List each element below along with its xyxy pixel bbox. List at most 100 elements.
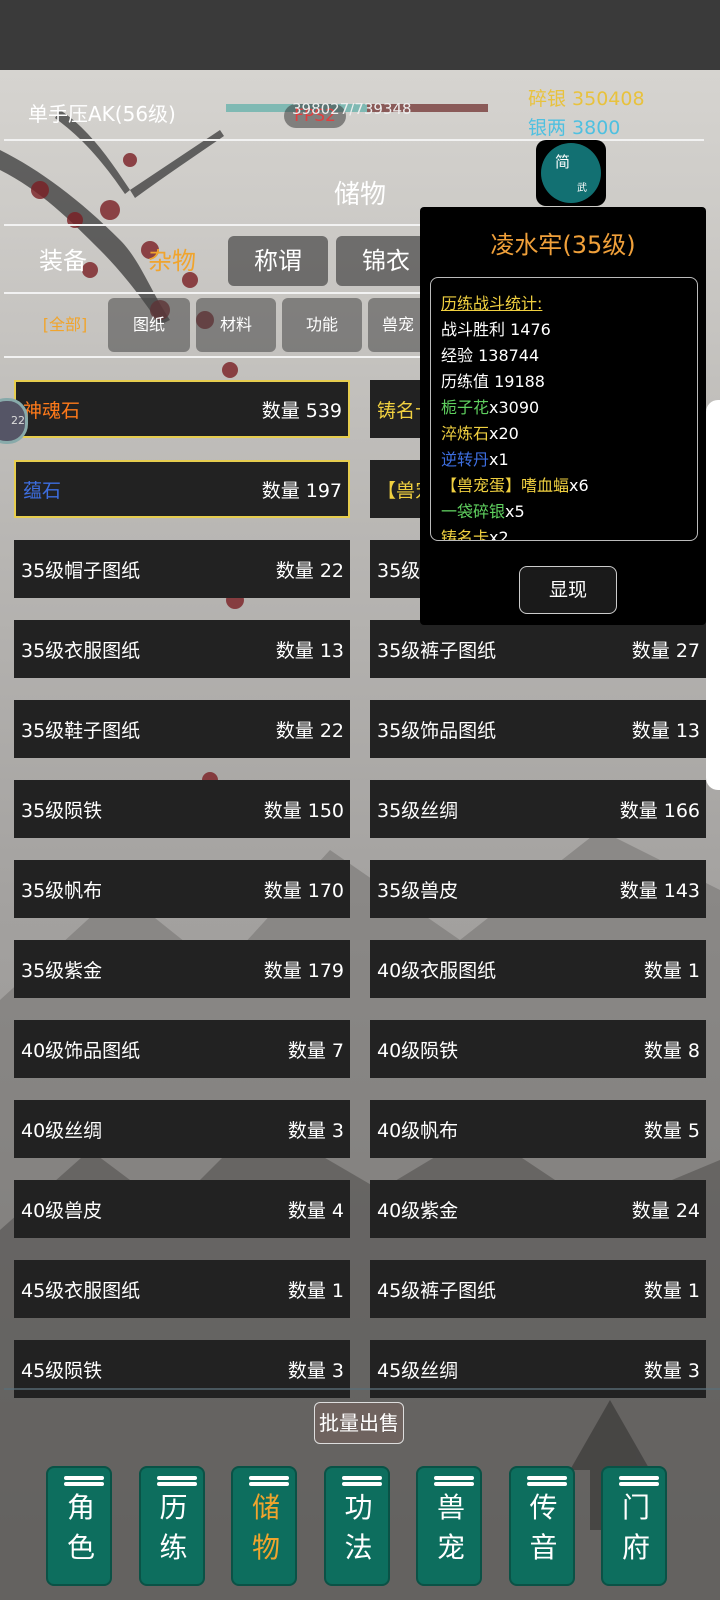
item-slot[interactable]: 40级丝绸 数量 3 <box>14 1100 350 1158</box>
item-count: 数量 3 <box>287 1119 344 1142</box>
popup-stat-line: 铸名卡x2 <box>441 524 509 541</box>
popup-stat-part: x5 <box>505 502 525 521</box>
divider <box>4 356 424 358</box>
item-slot[interactable]: 蕴石 数量 197 <box>14 460 350 518</box>
item-count: 数量 166 <box>619 799 700 822</box>
wave-decoration-icon <box>434 1476 474 1480</box>
tab-equipment[interactable]: 装备 <box>20 236 106 286</box>
item-name: 神魂石 <box>23 399 81 422</box>
popup-stat-line: 【兽宠蛋】嗜血蝠x6 <box>441 472 589 496</box>
item-name: 35级帆布 <box>21 879 103 902</box>
item-name: 35级裤子图纸 <box>377 639 497 662</box>
item-slot[interactable]: 35级兽皮 数量 143 <box>370 860 706 918</box>
edge-handle[interactable] <box>706 400 720 790</box>
item-slot[interactable]: 40级紫金 数量 24 <box>370 1180 706 1238</box>
item-slot[interactable]: 35级陨铁 数量 150 <box>14 780 350 838</box>
side-badge[interactable]: 22 <box>0 398 28 444</box>
nav-label-bottom: 色 <box>66 1531 95 1564</box>
item-count: 数量 1 <box>643 959 700 982</box>
popup-stat-part: x1 <box>489 450 509 469</box>
item-count: 数量 143 <box>619 879 700 902</box>
item-name: 40级陨铁 <box>377 1039 459 1062</box>
item-slot[interactable]: 40级陨铁 数量 8 <box>370 1020 706 1078</box>
item-count: 数量 1 <box>643 1279 700 1302</box>
wave-decoration-icon <box>64 1476 104 1480</box>
avatar-char-top: 简 <box>555 153 571 171</box>
item-name: 35级陨铁 <box>21 799 103 822</box>
item-name: 40级紫金 <box>377 1199 459 1222</box>
item-count: 数量 3 <box>643 1359 700 1382</box>
batch-sell-button[interactable]: 批量出售 <box>314 1402 404 1444</box>
battle-stats-popup: 凌水牢(35级) 历练战斗统计: 战斗胜利 1476 经验 138744 历练值 19… <box>420 207 706 625</box>
tab-misc[interactable]: 杂物 <box>124 236 220 286</box>
item-slot[interactable]: 40级兽皮 数量 4 <box>14 1180 350 1238</box>
popup-stat-line: 战斗胜利 1476 <box>441 320 551 339</box>
item-name: 40级衣服图纸 <box>377 959 497 982</box>
item-slot[interactable]: 40级饰品图纸 数量 7 <box>14 1020 350 1078</box>
item-count: 数量 197 <box>261 479 342 502</box>
nav-label-top: 传 <box>529 1491 558 1524</box>
item-count: 数量 539 <box>261 399 342 422</box>
item-count: 数量 13 <box>631 719 700 742</box>
item-slot[interactable]: 35级衣服图纸 数量 13 <box>14 620 350 678</box>
item-name: 35级鞋子图纸 <box>21 719 141 742</box>
nav-button-role[interactable]: 角色 <box>46 1466 112 1586</box>
subtab-blueprints[interactable]: 图纸 <box>108 298 190 352</box>
subtab-all[interactable]: [全部] <box>20 298 110 352</box>
item-count: 数量 22 <box>275 719 344 742</box>
popup-stat-line: 逆转丹x1 <box>441 446 509 470</box>
nav-label-top: 角 <box>66 1491 95 1524</box>
nav-button-skills[interactable]: 功法 <box>323 1466 390 1586</box>
item-slot[interactable]: 35级紫金 数量 179 <box>14 940 350 998</box>
item-name: 45级衣服图纸 <box>21 1279 141 1302</box>
item-count: 数量 27 <box>631 639 700 662</box>
nav-button-house[interactable]: 门府 <box>601 1466 667 1586</box>
item-slot[interactable]: 35级帆布 数量 170 <box>14 860 350 918</box>
item-name: 45级陨铁 <box>21 1359 103 1382</box>
popup-stats-box[interactable]: 历练战斗统计: 战斗胜利 1476 经验 138744 历练值 19188 栀子花x30… <box>430 277 698 541</box>
item-count: 数量 7 <box>287 1039 344 1062</box>
popup-stat-part: x6 <box>569 476 589 495</box>
item-slot[interactable]: 45级衣服图纸 数量 1 <box>14 1260 350 1318</box>
nav-label-bottom: 音 <box>529 1531 558 1564</box>
nav-button-storage[interactable]: 储物 <box>231 1466 297 1586</box>
nav-label-top: 储 <box>251 1491 280 1524</box>
status-bar <box>0 0 720 70</box>
popup-stat-line: 历练战斗统计: <box>441 294 543 313</box>
item-slot[interactable]: 40级衣服图纸 数量 1 <box>370 940 706 998</box>
popup-stat-line: 一袋碎银x5 <box>441 498 525 522</box>
item-name: 40级兽皮 <box>21 1199 103 1222</box>
popup-stat-part: 铸名卡 <box>441 528 490 541</box>
broken-silver-amount: 碎银 350408 <box>528 88 645 110</box>
item-slot[interactable]: 神魂石 数量 539 <box>14 380 350 438</box>
item-slot[interactable]: 45级裤子图纸 数量 1 <box>370 1260 706 1318</box>
item-name: 40级丝绸 <box>21 1119 103 1142</box>
popup-title: 凌水牢(35级) <box>490 231 636 259</box>
item-slot[interactable]: 35级丝绸 数量 166 <box>370 780 706 838</box>
show-button[interactable]: 显现 <box>519 566 617 614</box>
nav-button-pets[interactable]: 兽宠 <box>416 1466 482 1586</box>
item-count: 数量 4 <box>287 1199 344 1222</box>
item-count: 数量 1 <box>287 1279 344 1302</box>
item-count: 数量 5 <box>643 1119 700 1142</box>
nav-label-bottom: 宠 <box>436 1531 465 1564</box>
nav-label-top: 历 <box>159 1491 188 1524</box>
subtab-materials[interactable]: 材料 <box>196 298 276 352</box>
nav-label-top: 门 <box>621 1491 650 1524</box>
item-count: 数量 150 <box>263 799 344 822</box>
item-slot[interactable]: 35级裤子图纸 数量 27 <box>370 620 706 678</box>
nav-label-bottom: 练 <box>159 1531 188 1564</box>
tab-titles[interactable]: 称谓 <box>228 236 328 286</box>
item-count: 数量 13 <box>275 639 344 662</box>
subtab-functional[interactable]: 功能 <box>282 298 362 352</box>
item-name: 40级帆布 <box>377 1119 459 1142</box>
nav-label-bottom: 府 <box>621 1531 650 1564</box>
nav-button-messages[interactable]: 传音 <box>508 1466 575 1586</box>
item-slot[interactable]: 35级帽子图纸 数量 22 <box>14 540 350 598</box>
item-slot[interactable]: 40级帆布 数量 5 <box>370 1100 706 1158</box>
item-count: 数量 170 <box>263 879 344 902</box>
item-slot[interactable]: 35级饰品图纸 数量 13 <box>370 700 706 758</box>
nav-button-train[interactable]: 历练 <box>138 1466 205 1586</box>
item-name: 45级丝绸 <box>377 1359 459 1382</box>
item-slot[interactable]: 35级鞋子图纸 数量 22 <box>14 700 350 758</box>
